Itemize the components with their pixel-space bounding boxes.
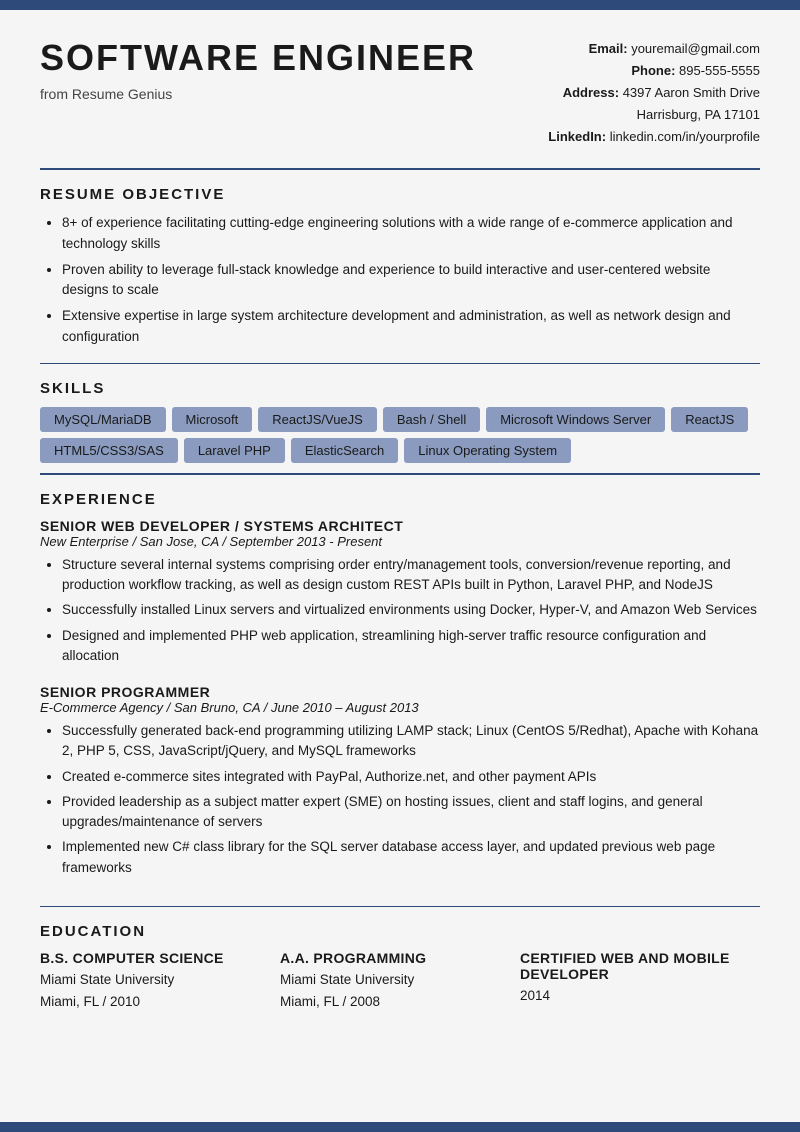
address-line: Address: 4397 Aaron Smith Drive Harrisbu…: [548, 82, 760, 126]
objective-item-3: Extensive expertise in large system arch…: [62, 306, 760, 347]
objective-item-1: 8+ of experience facilitating cutting-ed…: [62, 213, 760, 254]
job-2-meta: E-Commerce Agency / San Bruno, CA / June…: [40, 700, 760, 715]
objective-item-2: Proven ability to leverage full-stack kn…: [62, 260, 760, 301]
phone-label: Phone:: [631, 63, 675, 78]
job-1-bullet-1: Structure several internal systems compr…: [62, 555, 760, 596]
skill-reactjs: ReactJS: [671, 407, 748, 432]
edu-item-1: B.S. COMPUTER SCIENCE Miami State Univer…: [40, 950, 280, 1012]
job-2-bullet-2: Created e-commerce sites integrated with…: [62, 767, 760, 787]
skill-microsoft: Microsoft: [172, 407, 253, 432]
job-1-title: SENIOR WEB DEVELOPER / SYSTEMS ARCHITECT: [40, 518, 760, 534]
skill-html5: HTML5/CSS3/SAS: [40, 438, 178, 463]
edu-1-degree: B.S. COMPUTER SCIENCE: [40, 950, 280, 966]
edu-2-school: Miami State University Miami, FL / 2008: [280, 969, 520, 1012]
skill-reactjs-vuejs: ReactJS/VueJS: [258, 407, 377, 432]
email-label: Email:: [589, 41, 628, 56]
edu-1-school: Miami State University Miami, FL / 2010: [40, 969, 280, 1012]
skills-title: SKILLS: [40, 380, 760, 397]
job-2-bullet-4: Implemented new C# class library for the…: [62, 837, 760, 878]
edu-item-2: A.A. PROGRAMMING Miami State University …: [280, 950, 520, 1012]
job-1: SENIOR WEB DEVELOPER / SYSTEMS ARCHITECT…: [40, 518, 760, 666]
job-1-bullet-3: Designed and implemented PHP web applica…: [62, 626, 760, 667]
job-1-list: Structure several internal systems compr…: [40, 555, 760, 666]
job-1-meta: New Enterprise / San Jose, CA / Septembe…: [40, 534, 760, 549]
job-2: SENIOR PROGRAMMER E-Commerce Agency / Sa…: [40, 684, 760, 878]
education-title: EDUCATION: [40, 923, 760, 940]
email-line: Email: youremail@gmail.com: [548, 38, 760, 60]
skill-mysql: MySQL/MariaDB: [40, 407, 166, 432]
job-2-title: SENIOR PROGRAMMER: [40, 684, 760, 700]
edu-item-3: CERTIFIED WEB AND MOBILE DEVELOPER 2014: [520, 950, 760, 1012]
address-label: Address:: [563, 85, 619, 100]
skills-section: SKILLS MySQL/MariaDB Microsoft ReactJS/V…: [0, 364, 800, 473]
objective-title: RESUME OBJECTIVE: [40, 186, 760, 203]
bottom-bar: [0, 1122, 800, 1132]
resume-page: SOFTWARE ENGINEER from Resume Genius Ema…: [0, 0, 800, 1132]
job-2-bullet-3: Provided leadership as a subject matter …: [62, 792, 760, 833]
phone-value: 895-555-5555: [679, 63, 760, 78]
skill-linux: Linux Operating System: [404, 438, 571, 463]
edu-2-degree: A.A. PROGRAMMING: [280, 950, 520, 966]
job-1-bullet-2: Successfully installed Linux servers and…: [62, 600, 760, 620]
header-left: SOFTWARE ENGINEER from Resume Genius: [40, 38, 548, 102]
education-grid: B.S. COMPUTER SCIENCE Miami State Univer…: [40, 950, 760, 1012]
objective-list: 8+ of experience facilitating cutting-ed…: [40, 213, 760, 347]
job-2-bullet-1: Successfully generated back-end programm…: [62, 721, 760, 762]
top-bar: [0, 0, 800, 10]
phone-line: Phone: 895-555-5555: [548, 60, 760, 82]
education-section: EDUCATION B.S. COMPUTER SCIENCE Miami St…: [0, 907, 800, 1022]
linkedin-label: LinkedIn:: [548, 129, 606, 144]
name-title: SOFTWARE ENGINEER: [40, 38, 548, 78]
skill-elasticsearch: ElasticSearch: [291, 438, 398, 463]
edu-3-school: 2014: [520, 985, 760, 1007]
edu-3-degree: CERTIFIED WEB AND MOBILE DEVELOPER: [520, 950, 760, 982]
linkedin-line: LinkedIn: linkedin.com/in/yourprofile: [548, 126, 760, 148]
header-contact: Email: youremail@gmail.com Phone: 895-55…: [548, 38, 760, 148]
header-subtitle: from Resume Genius: [40, 86, 548, 102]
experience-section: EXPERIENCE SENIOR WEB DEVELOPER / SYSTEM…: [0, 475, 800, 906]
address-value2: Harrisburg, PA 17101: [580, 107, 760, 122]
skill-bash-shell: Bash / Shell: [383, 407, 480, 432]
objective-section: RESUME OBJECTIVE 8+ of experience facili…: [0, 170, 800, 363]
skills-container: MySQL/MariaDB Microsoft ReactJS/VueJS Ba…: [40, 407, 760, 463]
experience-title: EXPERIENCE: [40, 491, 760, 508]
header: SOFTWARE ENGINEER from Resume Genius Ema…: [0, 10, 800, 168]
email-value: youremail@gmail.com: [631, 41, 760, 56]
job-2-list: Successfully generated back-end programm…: [40, 721, 760, 878]
address-value1: 4397 Aaron Smith Drive: [623, 85, 760, 100]
skill-laravel: Laravel PHP: [184, 438, 285, 463]
linkedin-value: linkedin.com/in/yourprofile: [610, 129, 760, 144]
skill-windows-server: Microsoft Windows Server: [486, 407, 665, 432]
